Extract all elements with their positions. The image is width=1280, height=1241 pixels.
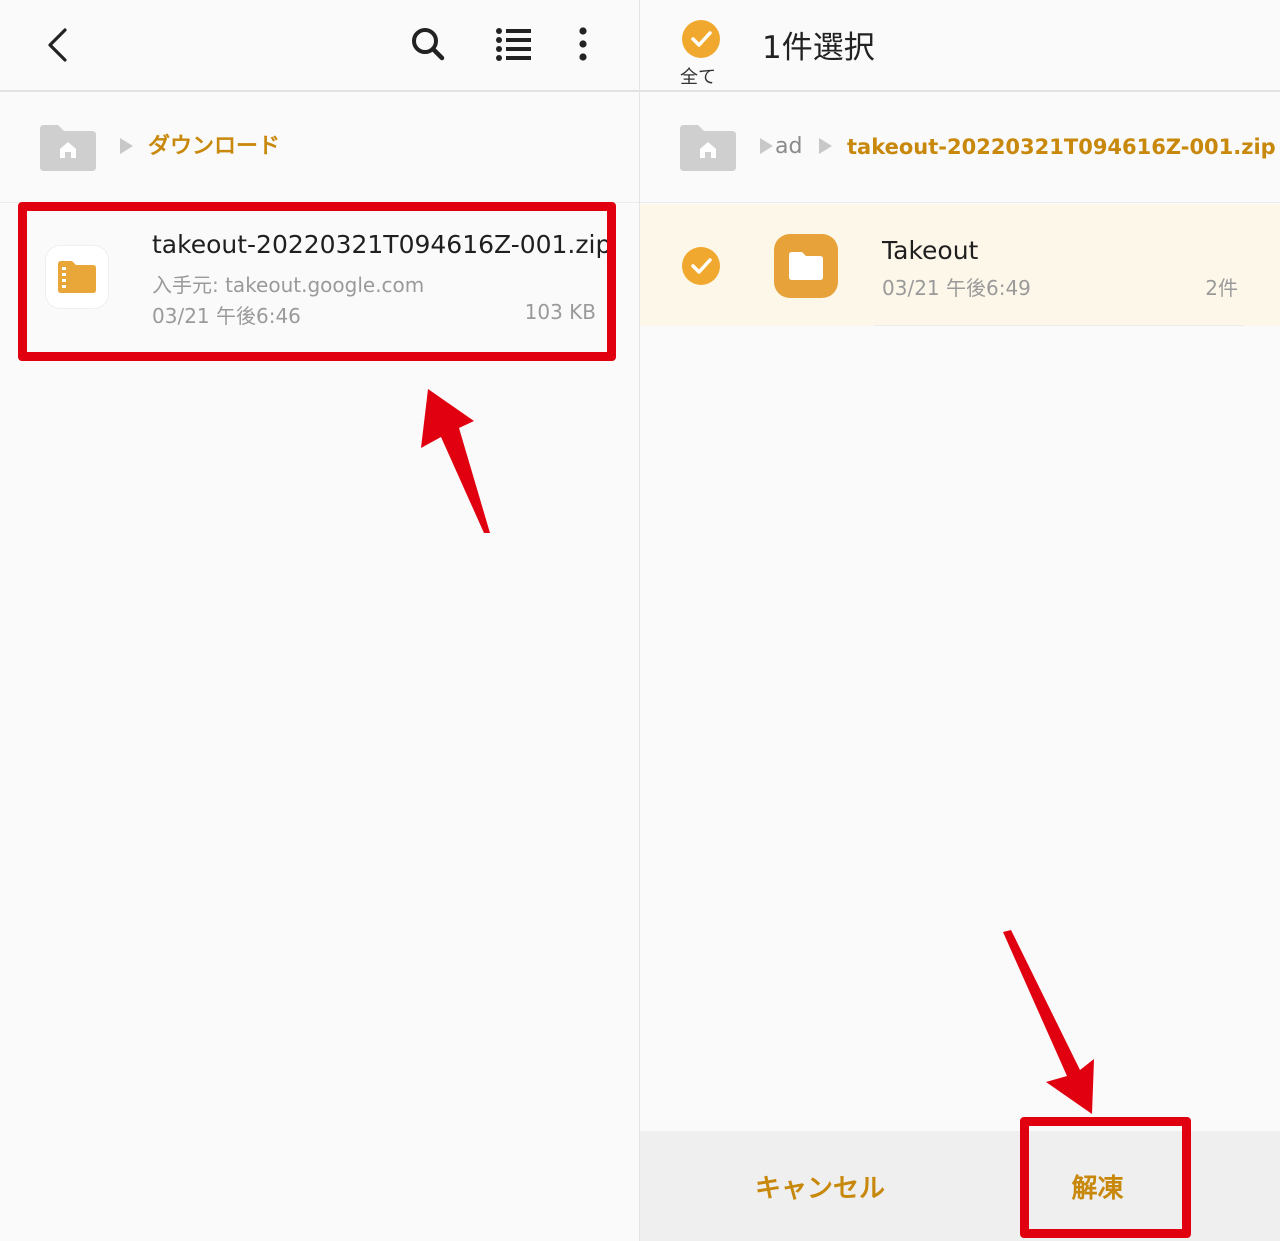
folder-date: 03/21 午後6:49 [882,276,1031,300]
left-toolbar [0,0,640,92]
search-icon [412,28,445,61]
right-panel: 全て 1件選択 ad takeout-20220321T094616Z-001.… [640,0,1280,1241]
back-button[interactable] [32,20,82,70]
folder-item-count: 2件 [1205,276,1238,300]
more-options-icon [579,27,587,61]
folder-name: Takeout [882,236,979,265]
breadcrumb: ダウンロード [0,92,640,203]
file-name: takeout-20220321T094616Z-001.zip [152,230,612,259]
list-view-icon [496,28,531,61]
folder-row-takeout[interactable]: Takeout 03/21 午後6:49 2件 [640,204,1280,326]
home-folder-icon[interactable] [680,123,736,171]
list-view-button[interactable] [488,18,540,70]
action-bar: キャンセル 解凍 [640,1131,1280,1241]
file-size: 103 KB [524,300,596,324]
home-folder-icon[interactable] [40,123,96,171]
left-panel: ダウンロード takeout-20220321T094616Z-001.zip … [0,0,640,1241]
select-all-label: 全て [680,67,716,88]
breadcrumb-separator-icon [819,138,832,154]
file-date: 03/21 午後6:46 [152,304,301,328]
selection-toolbar: 全て 1件選択 [640,0,1280,92]
zip-file-row[interactable]: takeout-20220321T094616Z-001.zip 入手元: ta… [22,206,612,356]
search-button[interactable] [402,18,454,70]
more-options-button[interactable] [560,18,606,70]
select-all-checkbox[interactable] [682,20,720,58]
breadcrumb-separator-icon [760,138,773,154]
row-checkbox[interactable] [682,247,720,285]
file-source: 入手元: takeout.google.com [152,273,425,297]
row-divider [874,325,1244,326]
breadcrumb-right: ad takeout-20220321T094616Z-001.zip [640,92,1280,203]
check-icon [691,258,712,274]
selection-count: 1件選択 [762,30,875,66]
breadcrumb-current[interactable]: takeout-20220321T094616Z-001.zip [847,132,1276,162]
breadcrumb-current[interactable]: ダウンロード [148,132,280,162]
breadcrumb-parent[interactable]: ad [775,132,802,162]
back-icon [48,28,67,62]
check-icon [691,31,712,47]
breadcrumb-separator-icon [120,138,133,154]
cancel-button[interactable]: キャンセル [680,1131,960,1241]
zip-file-icon [46,246,108,308]
folder-icon [774,234,838,298]
extract-button[interactable]: 解凍 [1030,1131,1165,1241]
